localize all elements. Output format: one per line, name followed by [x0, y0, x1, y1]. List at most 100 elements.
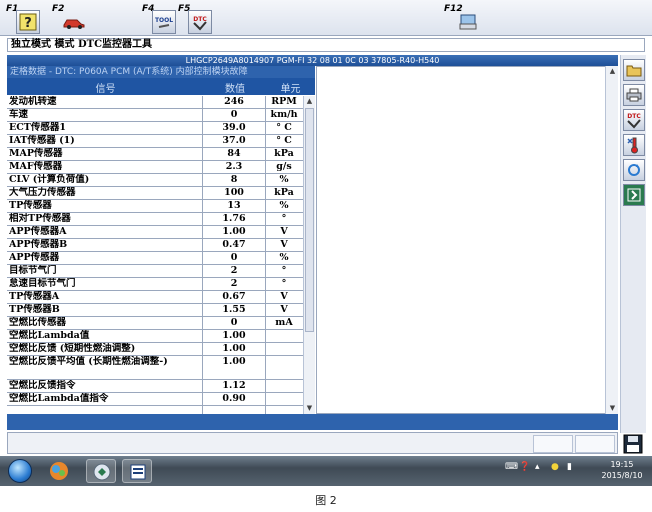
f4-tool-key[interactable]: F4 TOOL [142, 4, 178, 34]
table-row[interactable]: MAP传感器 84 kPa [7, 148, 303, 161]
signal-name-cell: TP传感器A [9, 291, 60, 302]
diagnostic-app-taskbar-icon[interactable] [86, 459, 116, 483]
signal-value-cell: 0.67 [222, 291, 246, 302]
table-header: 信号 数值 单元 [7, 78, 315, 95]
table-row[interactable]: ECT传感器1 39.0 ° C [7, 122, 303, 135]
signal-unit-cell: ° [281, 265, 287, 276]
signal-name-cell: 怠速目标节气门 [9, 278, 76, 289]
signal-unit-cell: kPa [274, 148, 294, 159]
screen-print-icon[interactable] [456, 10, 480, 34]
table-scrollbar[interactable]: ▲ ▼ [303, 96, 315, 414]
signal-value-cell: 1.00 [222, 343, 246, 354]
car-icon[interactable] [62, 10, 86, 34]
table-row[interactable]: TP传感器B 1.55 V [7, 304, 303, 317]
signal-value-cell: 84 [227, 148, 241, 159]
open-folder-icon[interactable] [623, 59, 645, 81]
table-row[interactable]: CLV (计算负荷值) 8% [7, 174, 303, 187]
signal-name-cell: ECT传感器1 [9, 122, 66, 133]
keyboard-icon[interactable]: ⌨ [505, 462, 518, 472]
table-row[interactable]: 车速 0 km/h [7, 109, 303, 122]
tool-icon[interactable]: TOOL [152, 10, 176, 34]
save-icon[interactable] [622, 433, 644, 455]
table-row[interactable]: 大气压力传感器 100 kPa [7, 187, 303, 200]
signal-unit-cell: g/s [276, 161, 292, 172]
signal-unit-cell: ° [281, 213, 287, 224]
signal-unit-cell [266, 380, 302, 392]
f1-help-key[interactable]: F1 ? [6, 4, 42, 34]
tool-icon-text: TOOL [155, 17, 173, 24]
thermometer-icon[interactable] [623, 134, 645, 156]
clock-date: 2015/8/10 [601, 471, 643, 480]
refresh-icon[interactable] [623, 159, 645, 181]
window-taskbar-icon[interactable] [122, 459, 152, 483]
table-row[interactable]: 空燃比Lambda值 1.00 [7, 330, 303, 343]
status-bar [7, 432, 618, 454]
table-row[interactable]: APP传感器A 1.00 V [7, 226, 303, 239]
help-tray-icon[interactable]: ❓ [519, 462, 530, 472]
signal-value-cell: 0.47 [222, 239, 246, 250]
table-row[interactable]: 空燃比传感器 0 mA [7, 317, 303, 330]
table-row[interactable]: 目标节气门 2 ° [7, 265, 303, 278]
signal-unit-cell: kPa [274, 187, 294, 198]
system-tray: ⌨ ❓ ▴ ● ▮ [505, 462, 605, 480]
table-row[interactable]: APP传感器 0% [7, 252, 303, 265]
table-row[interactable]: 空燃比反馈 (短期性燃油调整) 1.00 [7, 343, 303, 356]
column-header-value[interactable]: 数值 [204, 80, 266, 95]
signal-unit-cell: mA [275, 317, 293, 328]
table-row[interactable]: MAF传感器 2.3 g/s [7, 161, 303, 174]
scroll-down-icon[interactable]: ▼ [607, 403, 618, 414]
status-segment [575, 435, 615, 453]
dtc-clear-icon[interactable]: DTC [623, 109, 645, 131]
signal-value-cell: 1.00 [222, 226, 246, 237]
print-icon[interactable] [623, 84, 645, 106]
signal-unit-cell: % [279, 174, 289, 185]
table-row[interactable]: TP传感器 13% [7, 200, 303, 213]
signal-name-cell: APP传感器A [9, 226, 67, 237]
taskbar-clock[interactable]: 19:15 2015/8/10 [598, 459, 646, 481]
signal-unit-cell [266, 356, 302, 379]
signal-value-cell: 100 [224, 187, 244, 198]
signal-unit-cell: km/h [270, 109, 298, 120]
dtc-icon[interactable]: DTC [188, 10, 212, 34]
signal-name-cell: APP传感器 [9, 252, 60, 263]
detail-scrollbar[interactable]: ▲ ▼ [605, 66, 618, 414]
table-row[interactable]: TP传感器A 0.67 V [7, 291, 303, 304]
start-button[interactable] [8, 459, 32, 483]
scroll-up-icon[interactable]: ▲ [607, 66, 618, 77]
column-header-signal[interactable]: 信号 [7, 80, 204, 95]
help-icon[interactable]: ? [16, 10, 40, 34]
scroll-down-icon[interactable]: ▼ [304, 403, 315, 414]
table-row[interactable]: 怠速目标节气门 2 ° [7, 278, 303, 291]
signal-unit-cell [266, 343, 302, 355]
signal-icon[interactable]: ▮ [567, 462, 572, 472]
signal-name-cell: 空燃比反馈平均值 (长期性燃油调整-) [9, 356, 168, 367]
status-segment [533, 435, 573, 453]
exit-icon[interactable] [623, 184, 645, 206]
signal-value-cell: 1.55 [222, 304, 246, 315]
table-row[interactable]: APP传感器B 0.47 V [7, 239, 303, 252]
table-row[interactable]: 发动机转速 246 RPM [7, 96, 303, 109]
table-row[interactable]: 相对TP传感器 1.76 ° [7, 213, 303, 226]
table-row[interactable]: IAT传感器 (1) 37.0 ° C [7, 135, 303, 148]
f5-dtc-key[interactable]: F5 DTC [178, 4, 214, 34]
f2-vehicle-key[interactable]: F2 [52, 4, 92, 34]
tray-expand-icon[interactable]: ▴ [535, 462, 540, 472]
signal-unit-cell [266, 393, 302, 405]
media-player-icon[interactable] [44, 459, 74, 483]
network-icon[interactable]: ● [551, 462, 559, 472]
function-toolbar: F1 ? F2 F4 TOOL F5 DTC F12 [0, 0, 652, 36]
signal-unit-cell: ° C [276, 122, 292, 133]
column-header-unit[interactable]: 单元 [266, 80, 315, 95]
table-row[interactable]: 空燃比反馈指令 1.12 [7, 380, 303, 393]
signal-name-cell: TP传感器B [9, 304, 60, 315]
signal-name-cell: CLV (计算负荷值) [9, 174, 90, 185]
f12-print-key[interactable]: F12 [444, 4, 484, 34]
table-row[interactable]: 空燃比反馈平均值 (长期性燃油调整-) 1.00 [7, 356, 303, 380]
scrollbar-thumb[interactable] [305, 108, 314, 332]
scroll-up-icon[interactable]: ▲ [304, 96, 315, 107]
signal-name-cell: 空燃比Lambda值指令 [9, 393, 109, 404]
table-row[interactable]: 空燃比Lambda值指令 0.90 [7, 393, 303, 406]
signal-value-cell: 1.76 [222, 213, 246, 224]
mode-bar: 独立模式 模式 DTC监控器工具 [7, 38, 645, 52]
signal-unit-cell: % [279, 200, 289, 211]
